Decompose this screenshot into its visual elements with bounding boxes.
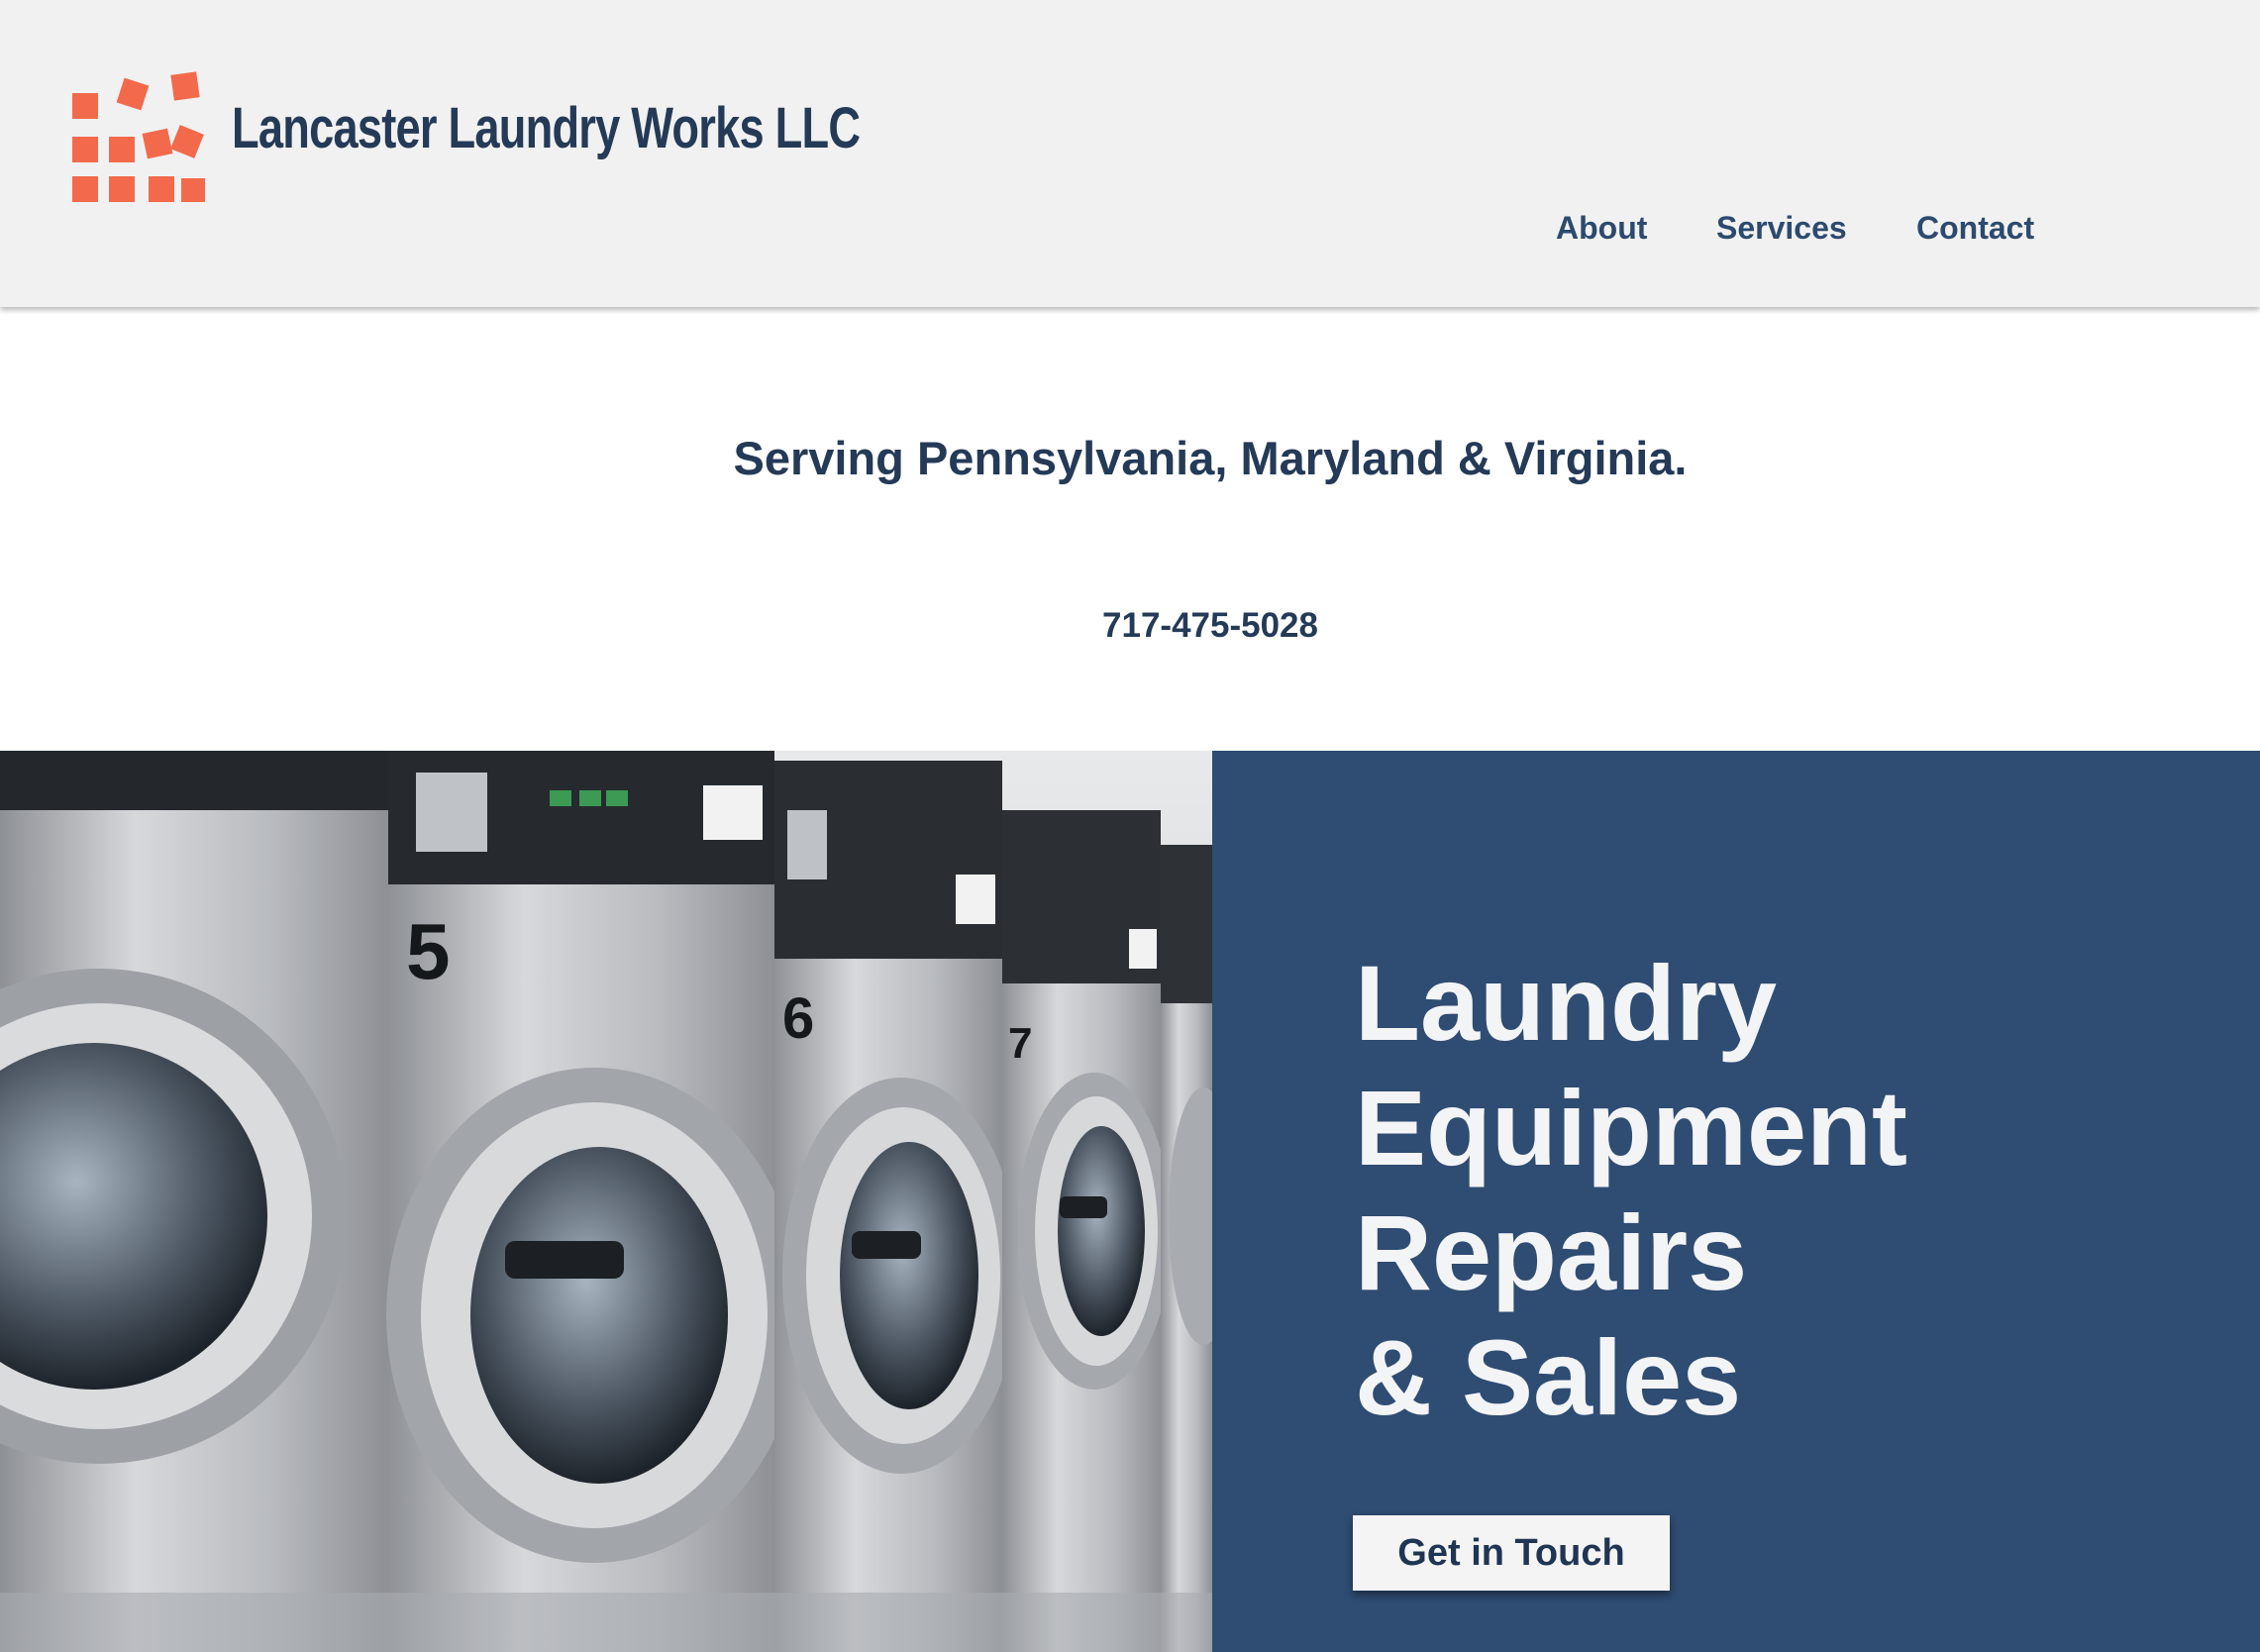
get-in-touch-button[interactable]: Get in Touch [1353, 1515, 1670, 1591]
washer-unit [1161, 845, 1212, 1652]
washer-unit: 5 [386, 751, 802, 1652]
brand-name[interactable]: Lancaster Laundry Works LLC [232, 95, 861, 161]
hero-heading-line: Repairs [1355, 1192, 1748, 1312]
washer-unit: 7 [1002, 810, 1172, 1652]
main-nav: About Services Contact [0, 210, 2260, 250]
hero-heading-line: & Sales [1355, 1317, 1742, 1437]
washer-unit: 6 [774, 761, 1020, 1652]
hero-heading: Laundry Equipment Repairs & Sales [1355, 941, 1907, 1440]
washer-unit [0, 751, 388, 1652]
nav-link-about[interactable]: About [1556, 210, 1647, 247]
machine-number: 7 [1008, 1019, 1032, 1068]
service-area-tagline: Serving Pennsylvania, Maryland & Virgini… [733, 432, 1688, 484]
hero-photo-washers: 5 6 7 [0, 751, 1212, 1652]
nav-link-contact[interactable]: Contact [1916, 210, 2034, 247]
phone-number[interactable]: 717-475-5028 [0, 606, 2260, 646]
machine-number: 5 [406, 907, 451, 995]
machine-number: 6 [782, 986, 814, 1051]
nav-link-services[interactable]: Services [1716, 210, 1847, 247]
hero-heading-line: Laundry [1355, 943, 1778, 1063]
logo-icon[interactable] [69, 69, 208, 208]
site-header: Lancaster Laundry Works LLC About Servic… [0, 0, 2260, 307]
hero-heading-line: Equipment [1355, 1068, 1907, 1187]
